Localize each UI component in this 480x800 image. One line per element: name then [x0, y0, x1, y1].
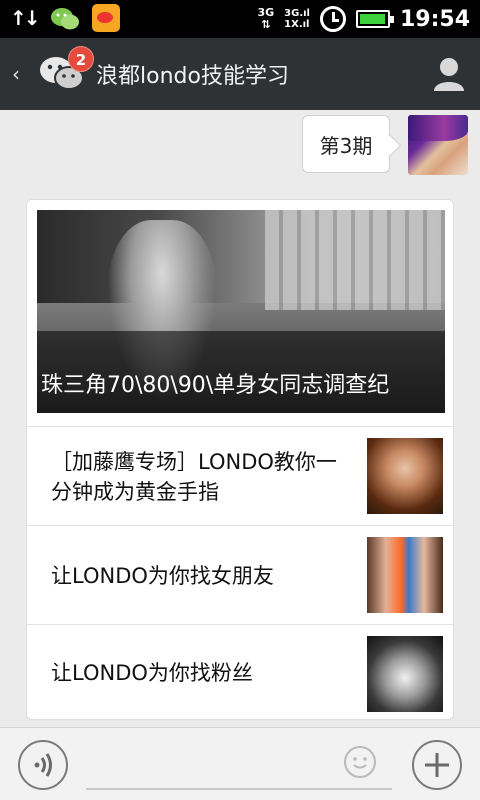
status-left: ↑↓	[10, 4, 120, 32]
page-title: 浪都londo技能学习	[96, 64, 289, 89]
list-item[interactable]: 让LONDO为你找粉丝	[27, 624, 455, 723]
signal-icon: 3G.ıl 1X.ıl	[284, 8, 310, 30]
chat-header: ‹ 2 浪都londo技能学习	[0, 38, 480, 110]
emoji-icon[interactable]	[344, 746, 376, 778]
input-bar	[0, 727, 480, 800]
battery-level-fill	[359, 14, 385, 24]
signal-label-top: 3G	[284, 8, 300, 19]
list-item-title: 让LONDO为你找女朋友	[51, 564, 274, 588]
message-input[interactable]	[86, 788, 392, 790]
status-bar: ↑↓ 3G ⇅ 3G.ıl 1X.ıl 19:54	[0, 0, 480, 38]
list-item-thumbnail	[367, 636, 443, 712]
list-item[interactable]: 让LONDO为你找女朋友	[27, 525, 455, 624]
list-item[interactable]: ［加藤鹰专场］LONDO教你一分钟成为黄金手指	[27, 426, 455, 525]
data-transfer-icon: ↑↓	[10, 6, 40, 30]
signal-label-bottom: 1X	[284, 19, 299, 30]
avatar[interactable]	[408, 115, 468, 175]
user-profile-icon[interactable]	[432, 56, 466, 92]
status-right: 3G ⇅ 3G.ıl 1X.ıl 19:54	[257, 0, 470, 38]
battery-icon	[355, 10, 394, 28]
wechat-notification-icon	[50, 6, 80, 30]
list-item-title: ［加藤鹰专场］LONDO教你一分钟成为黄金手指	[51, 450, 337, 504]
message-text: 第3期	[319, 133, 373, 158]
news-card: 珠三角70\80\90\单身女同志调查纪 ［加藤鹰专场］LONDO教你一分钟成为…	[26, 199, 455, 723]
message-bubble[interactable]: 第3期	[302, 115, 390, 173]
list-item-thumbnail	[367, 438, 443, 514]
voice-icon[interactable]	[18, 740, 68, 790]
status-time: 19:54	[399, 6, 470, 32]
weibo-notification-icon	[91, 4, 120, 32]
hero-article[interactable]: 珠三角70\80\90\单身女同志调查纪	[37, 210, 445, 413]
alarm-clock-icon	[319, 6, 346, 32]
list-item-thumbnail	[367, 537, 443, 613]
unread-badge: 2	[68, 46, 94, 72]
plus-icon[interactable]	[412, 740, 462, 790]
network-type-label: 3G	[257, 6, 275, 19]
list-item-title: 让LONDO为你找粉丝	[51, 661, 253, 685]
network-type-indicator: 3G ⇅	[257, 6, 275, 31]
hero-caption: 珠三角70\80\90\单身女同志调查纪	[41, 373, 390, 398]
back-icon[interactable]: ‹	[12, 64, 20, 84]
